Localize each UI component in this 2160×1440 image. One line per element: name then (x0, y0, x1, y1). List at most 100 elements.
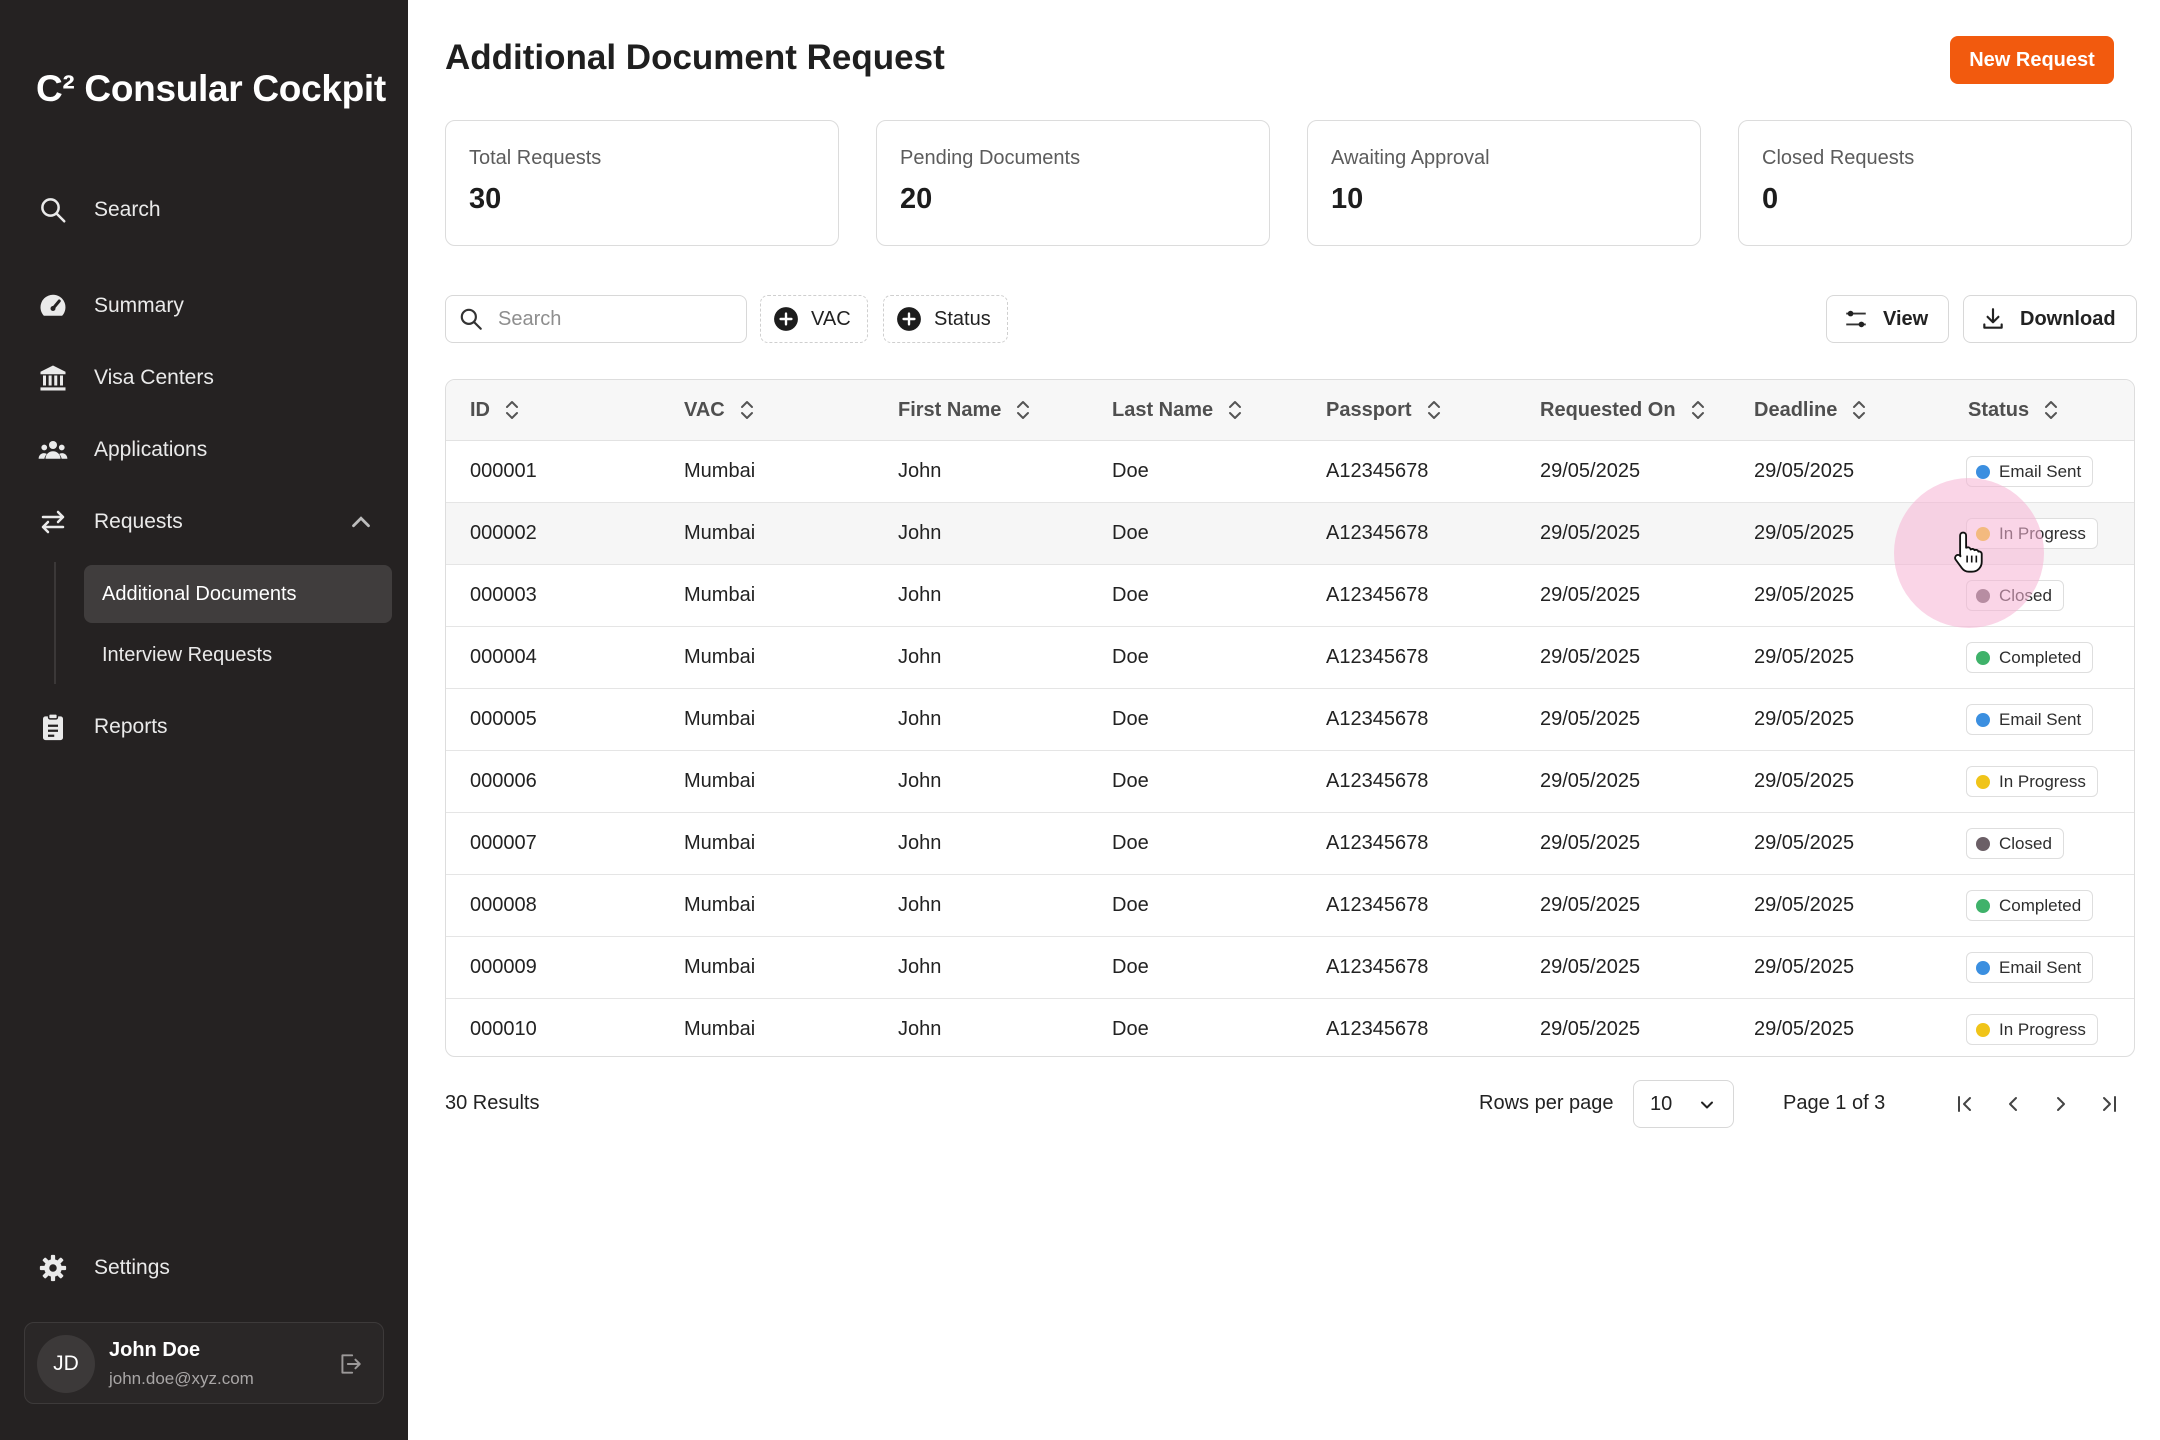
swap-arrows-icon (36, 505, 70, 539)
table-cell-deadline: 29/05/2025 (1754, 707, 1855, 730)
chevron-up-icon[interactable] (346, 507, 376, 537)
column-header-deadline[interactable]: Deadline (1754, 380, 1869, 440)
search-input[interactable] (496, 306, 740, 332)
sidebar-item-search[interactable]: Search (36, 182, 376, 238)
view-button[interactable]: View (1826, 295, 1950, 343)
sidebar-item-requests[interactable]: Requests (36, 494, 376, 550)
table-cell-vac: Mumbai (684, 583, 756, 606)
stat-label: Total Requests (469, 147, 602, 169)
table-cell-requested-on: 29/05/2025 (1540, 645, 1641, 668)
filter-label: Status (934, 307, 991, 330)
column-header-vac[interactable]: VAC (684, 380, 757, 440)
column-header-first-name[interactable]: First Name (898, 380, 1033, 440)
sidebar-subitem-interview-requests[interactable]: Interview Requests (84, 626, 392, 684)
search-field[interactable] (445, 295, 747, 343)
table-cell-passport: A12345678 (1326, 831, 1429, 854)
clipboard-icon (36, 710, 70, 744)
stat-label: Pending Documents (900, 147, 1081, 169)
filter-status-button[interactable]: Status (883, 295, 1008, 343)
status-badge: Closed (1966, 580, 2064, 611)
table-cell-passport: A12345678 (1326, 893, 1429, 916)
table-cell-last-name: Doe (1112, 645, 1149, 668)
table-cell-vac: Mumbai (684, 707, 756, 730)
column-header-last-name[interactable]: Last Name (1112, 380, 1245, 440)
table-cell-first-name: John (898, 583, 942, 606)
table-row[interactable]: 000008 Mumbai John Doe A12345678 29/05/2025 29… (446, 875, 2134, 937)
table-row[interactable]: 000005 Mumbai John Doe A12345678 29/05/2025 29… (446, 689, 2134, 751)
download-button[interactable]: Download (1963, 295, 2137, 343)
table-cell-requested-on: 29/05/2025 (1540, 831, 1641, 854)
logout-icon[interactable] (337, 1351, 363, 1377)
status-label: In Progress (1999, 771, 2086, 791)
table-row[interactable]: 000010 Mumbai John Doe A12345678 29/05/2025 29… (446, 999, 2134, 1056)
column-header-status[interactable]: Status (1968, 380, 2061, 440)
bank-icon (36, 361, 70, 395)
table-row[interactable]: 000002 Mumbai John Doe A12345678 29/05/2025 29… (446, 503, 2134, 565)
last-page-button[interactable] (2091, 1086, 2127, 1122)
status-dot-icon (1976, 526, 1990, 541)
table-cell-vac: Mumbai (684, 769, 756, 792)
table-cell-first-name: John (898, 645, 942, 668)
status-badge: Email Sent (1966, 704, 2094, 735)
sidebar: C² Consular Cockpit Search Summary Visa … (0, 0, 408, 1440)
stat-card-pending-documents: Pending Documents 20 (876, 120, 1270, 246)
sidebar-item-label: Settings (94, 1256, 170, 1279)
user-card: JD John Doe john.doe@xyz.com (24, 1322, 384, 1404)
sort-icon (1837, 398, 1869, 422)
status-dot-icon (1976, 774, 1990, 789)
table-cell-first-name: John (898, 459, 942, 482)
table-cell-deadline: 29/05/2025 (1754, 955, 1855, 978)
table-row[interactable]: 000004 Mumbai John Doe A12345678 29/05/2025 29… (446, 627, 2134, 689)
first-page-button[interactable] (1947, 1086, 1983, 1122)
sidebar-item-settings[interactable]: Settings (36, 1240, 376, 1296)
status-badge: Completed (1966, 642, 2094, 673)
sidebar-item-label: Applications (94, 438, 208, 461)
column-label: Requested On (1540, 398, 1676, 421)
gear-icon (36, 1251, 70, 1285)
column-header-id[interactable]: ID (470, 380, 522, 440)
sort-icon (725, 398, 757, 422)
table-cell-vac: Mumbai (684, 459, 756, 482)
filter-label: VAC (811, 307, 851, 330)
sidebar-item-applications[interactable]: Applications (36, 422, 376, 478)
table-cell-deadline: 29/05/2025 (1754, 521, 1855, 544)
column-header-passport[interactable]: Passport (1326, 380, 1444, 440)
table-row[interactable]: 000007 Mumbai John Doe A12345678 29/05/2025 29… (446, 813, 2134, 875)
table-cell-first-name: John (898, 707, 942, 730)
status-badge: In Progress (1966, 766, 2098, 797)
table-cell-deadline: 29/05/2025 (1754, 459, 1855, 482)
sidebar-item-reports[interactable]: Reports (36, 699, 376, 755)
previous-page-button[interactable] (1995, 1086, 2031, 1122)
status-label: Email Sent (1999, 957, 2082, 977)
column-header-requested-on[interactable]: Requested On (1540, 380, 1708, 440)
table-row[interactable]: 000001 Mumbai John Doe A12345678 29/05/2025 29… (446, 441, 2134, 503)
table-cell-last-name: Doe (1112, 955, 1149, 978)
status-dot-icon (1976, 464, 1990, 479)
status-badge: Completed (1966, 890, 2094, 921)
sort-icon (1676, 398, 1708, 422)
table-row[interactable]: 000003 Mumbai John Doe A12345678 29/05/2025 29… (446, 565, 2134, 627)
filter-vac-button[interactable]: VAC (760, 295, 868, 343)
results-count: 30 Results (445, 1092, 540, 1114)
sidebar-item-summary[interactable]: Summary (36, 278, 376, 334)
sidebar-item-label: Requests (94, 510, 183, 533)
sidebar-item-label: Visa Centers (94, 366, 214, 389)
user-name: John Doe (109, 1339, 201, 1361)
sidebar-item-visa-centers[interactable]: Visa Centers (36, 350, 376, 406)
page-title: Additional Document Request (445, 38, 945, 77)
new-request-button[interactable]: New Request (1950, 36, 2114, 84)
table-cell-deadline: 29/05/2025 (1754, 831, 1855, 854)
sidebar-subitem-label: Additional Documents (102, 582, 297, 605)
table-cell-id: 000003 (470, 583, 537, 606)
chevron-left-icon (2009, 1097, 2017, 1111)
table-row[interactable]: 000009 Mumbai John Doe A12345678 29/05/2025 29… (446, 937, 2134, 999)
table-cell-vac: Mumbai (684, 645, 756, 668)
status-label: Email Sent (1999, 709, 2082, 729)
sidebar-subitem-additional-documents[interactable]: Additional Documents (84, 565, 392, 623)
chevron-right-icon (2057, 1097, 2065, 1111)
status-label: Completed (1999, 895, 2082, 915)
next-page-button[interactable] (2043, 1086, 2079, 1122)
table-row[interactable]: 000006 Mumbai John Doe A12345678 29/05/2025 29… (446, 751, 2134, 813)
rows-per-page-select[interactable]: 10 (1633, 1080, 1734, 1128)
column-label: VAC (684, 398, 725, 421)
